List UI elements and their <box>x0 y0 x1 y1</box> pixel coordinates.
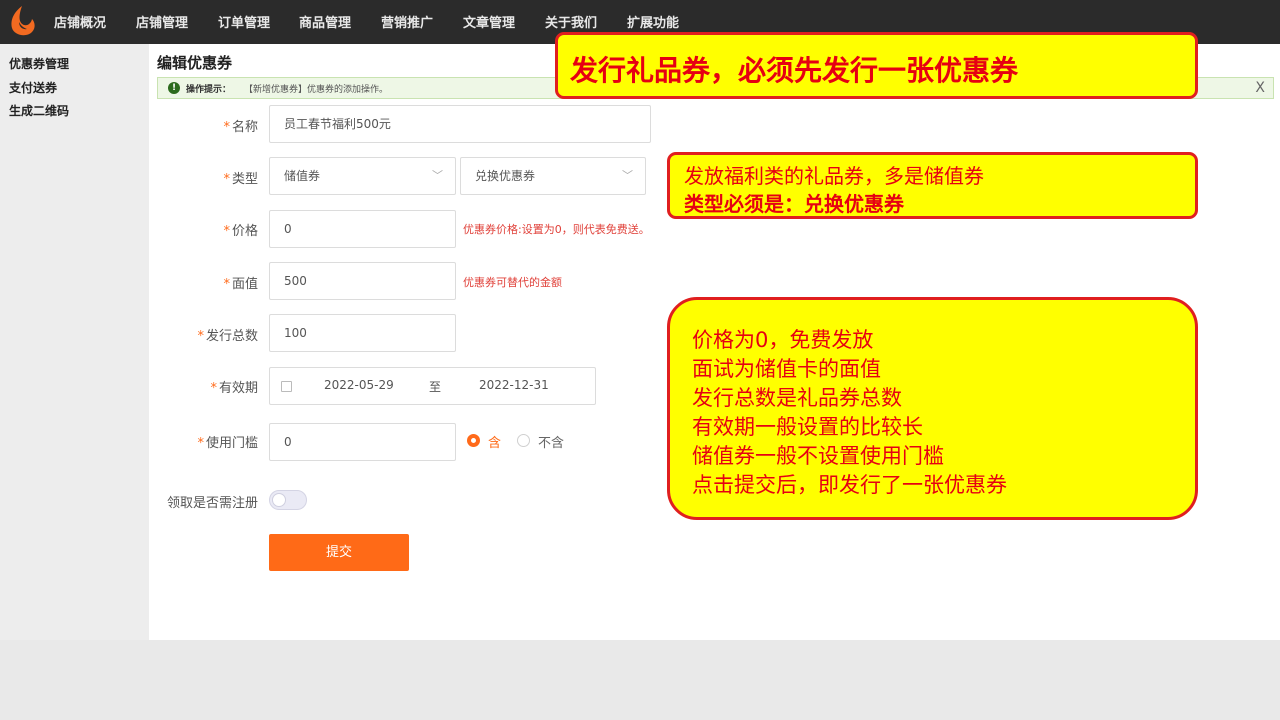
validity-label: * 有效期 <box>210 381 258 396</box>
logo-icon <box>11 6 35 36</box>
note-line: 有效期一般设置的比较长 <box>692 415 923 439</box>
nav-item-order-management[interactable]: 订单管理 <box>218 12 270 31</box>
face-value-input[interactable]: 500 <box>269 262 456 300</box>
close-icon[interactable]: X <box>1255 80 1265 96</box>
sidebar-item-coupon-management[interactable]: 优惠券管理 <box>9 55 69 72</box>
chevron-down-icon: ﹀ <box>432 169 443 182</box>
threshold-label: * 使用门槛 <box>197 436 258 451</box>
face-value-hint: 优惠券可替代的金额 <box>463 276 562 289</box>
start-date[interactable]: 2022-05-29 <box>324 378 394 392</box>
tip-text: 【新增优惠券】优惠券的添加操作。 <box>244 85 389 95</box>
subtype-select[interactable]: 兑换优惠券 ﹀ <box>460 157 646 195</box>
exclude-label[interactable]: 不含 <box>538 432 564 451</box>
type-select[interactable]: 储值券 ﹀ <box>269 157 456 195</box>
nav-item-about-us[interactable]: 关于我们 <box>545 12 597 31</box>
price-input[interactable]: 0 <box>269 210 456 248</box>
nav-item-article-management[interactable]: 文章管理 <box>463 12 515 31</box>
name-input[interactable]: 员工春节福利500元 <box>269 105 651 143</box>
date-separator: 至 <box>429 380 442 394</box>
price-hint: 优惠券价格:设置为0，则代表免费送。 <box>463 223 650 236</box>
callout-type-note: 发放福利类的礼品券，多是储值券 类型必须是：兑换优惠券 <box>667 152 1198 219</box>
note-line: 发行总数是礼品券总数 <box>692 386 902 410</box>
register-toggle[interactable] <box>269 490 307 510</box>
total-input[interactable]: 100 <box>269 314 456 352</box>
toggle-knob <box>272 493 286 507</box>
total-label: * 发行总数 <box>197 329 258 344</box>
nav-item-store-management[interactable]: 店铺管理 <box>136 12 188 31</box>
nav-item-marketing[interactable]: 营销推广 <box>381 12 433 31</box>
page-title: 编辑优惠券 <box>157 54 233 72</box>
price-label: * 价格 <box>223 224 258 239</box>
info-icon: ! <box>168 82 180 94</box>
nav-item-product-management[interactable]: 商品管理 <box>299 12 351 31</box>
sidebar-item-qrcode[interactable]: 生成二维码 <box>9 102 69 119</box>
note-line: 价格为0，免费发放 <box>692 328 874 352</box>
nav-item-store-overview[interactable]: 店铺概况 <box>54 12 106 31</box>
callout-title: 发行礼品券，必须先发行一张优惠券 <box>555 32 1198 99</box>
note-line: 储值券一般不设置使用门槛 <box>692 444 944 468</box>
date-range-picker[interactable]: 2022-05-29 至 2022-12-31 <box>269 367 596 405</box>
sidebar: 优惠券管理 支付送券 生成二维码 <box>0 44 149 640</box>
threshold-input[interactable]: 0 <box>269 423 456 461</box>
chevron-down-icon: ﹀ <box>622 169 633 182</box>
name-label: * 名称 <box>223 120 258 135</box>
note-line: 面试为储值卡的面值 <box>692 357 881 381</box>
tip-label: 操作提示： <box>186 85 232 95</box>
end-date[interactable]: 2022-12-31 <box>479 378 549 392</box>
nav-item-extensions[interactable]: 扩展功能 <box>627 12 679 31</box>
register-label: 领取是否需注册 <box>166 496 258 511</box>
callout-notes: 价格为0，免费发放 面试为储值卡的面值 发行总数是礼品券总数 有效期一般设置的比… <box>667 297 1198 520</box>
calendar-icon <box>281 381 292 392</box>
note-line: 点击提交后，即发行了一张优惠券 <box>692 473 1007 497</box>
submit-button[interactable]: 提交 <box>269 534 409 571</box>
face-value-label: * 面值 <box>223 277 258 292</box>
include-radio[interactable] <box>467 434 480 447</box>
type-label: * 类型 <box>223 172 258 187</box>
exclude-radio[interactable] <box>517 434 530 447</box>
include-label[interactable]: 含 <box>488 432 501 451</box>
sidebar-item-payment-coupon[interactable]: 支付送券 <box>9 79 57 96</box>
